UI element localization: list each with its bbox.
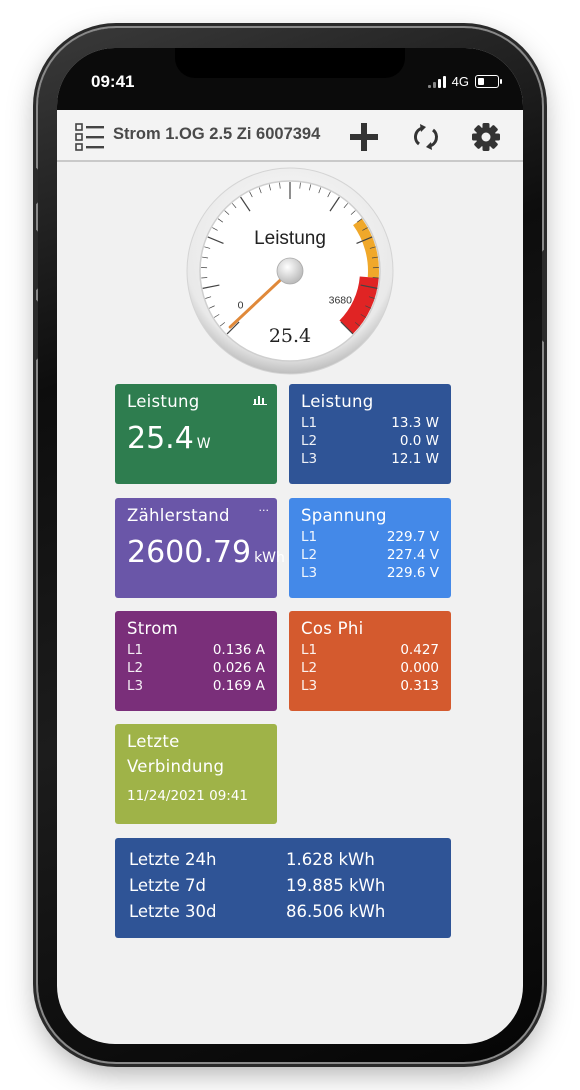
meter-reading-value: 2600.79 kWh [127,535,285,570]
power-button [542,250,547,342]
summary-row: Letzte 24h 1.628 kWh [129,850,375,869]
tile-leistung[interactable]: Leistung 25.4 W [115,384,277,484]
phase-row: L3 0.313 [301,678,439,694]
power-gauge: Leistung 0 3680 25.4 [186,167,394,375]
phase-row: L1 0.136 A [127,642,265,658]
phase-row: L2 0.026 A [127,660,265,676]
phase-row: L3 12.1 W [301,451,439,467]
phase-row: L3 229.6 V [301,565,439,581]
tile-leistung-phases[interactable]: Leistung L1 13.3 W L2 0.0 W L3 12.1 W [289,384,451,484]
tile-spannung[interactable]: Spannung L1 229.7 V L2 227.4 V L3 229.6 V [289,498,451,598]
phase-row: L2 227.4 V [301,547,439,563]
gauge-value: 25.4 [269,325,311,347]
silent-switch [33,168,38,204]
tile-strom[interactable]: Strom L1 0.136 A L2 0.026 A L3 0.169 A [115,611,277,711]
tile-title-line2: Verbindung [127,757,225,776]
network-type: 4G [451,74,469,89]
gauge-label: Leistung [254,228,326,249]
tile-title: Leistung [127,392,200,411]
status-bar: 09:41 4G [57,48,523,110]
refresh-icon[interactable] [411,122,441,152]
phase-row: L1 13.3 W [301,415,439,431]
tile-title: Leistung [301,392,374,411]
summary-row: Letzte 7d 19.885 kWh [129,876,386,895]
volume-down-button [33,300,38,360]
phase-row: L2 0.000 [301,660,439,676]
tile-zaehlerstand[interactable]: Zählerstand ··· 2600.79 kWh [115,498,285,598]
chart-icon[interactable] [253,393,267,405]
last-connection-timestamp: 11/24/2021 09:41 [127,788,249,804]
tile-cosphi[interactable]: Cos Phi L1 0.427 L2 0.000 L3 0.313 [289,611,451,711]
settings-gear-icon[interactable] [471,122,501,152]
tile-title-line1: Letzte [127,732,180,751]
phase-row: L1 229.7 V [301,529,439,545]
tile-title: Strom [127,619,179,638]
app-toolbar: Strom 1.OG 2.5 Zi 6007394 [57,110,523,162]
summary-row: Letzte 30d 86.506 kWh [129,902,386,921]
power-value: 25.4 W [127,421,211,456]
dashboard-content: Leistung 0 3680 25.4 Leistung 25.4 W Leis… [57,160,523,1044]
meter-unit: kWh [254,550,285,566]
tile-title: Zählerstand [127,506,230,525]
power-unit: W [196,436,211,452]
tile-title: Spannung [301,506,387,525]
gauge-hub [276,257,304,285]
status-indicators: 4G [427,74,502,89]
phase-row: L3 0.169 A [127,678,265,694]
status-time: 09:41 [91,72,135,91]
gauge-min-label: 0 [238,299,244,311]
battery-icon [475,75,502,88]
phase-row: L1 0.427 [301,642,439,658]
list-menu-icon[interactable] [75,122,105,152]
signal-icon [427,75,446,88]
gauge-max-label: 3680 [329,295,353,307]
app-screen: 09:41 4G Strom 1.OG 2.5 Zi 6007394 Leist… [57,48,523,1044]
add-icon[interactable] [349,122,379,152]
device-title: Strom 1.OG 2.5 Zi 6007394 [113,125,321,143]
tile-title: Cos Phi [301,619,364,638]
notch [175,48,405,78]
phase-row: L2 0.0 W [301,433,439,449]
more-icon[interactable]: ··· [259,504,270,517]
tile-letzte-verbindung[interactable]: Letzte Verbindung 11/24/2021 09:41 [115,724,277,824]
volume-up-button [33,230,38,290]
tile-consumption-summary[interactable]: Letzte 24h 1.628 kWh Letzte 7d 19.885 kWh … [115,838,451,938]
